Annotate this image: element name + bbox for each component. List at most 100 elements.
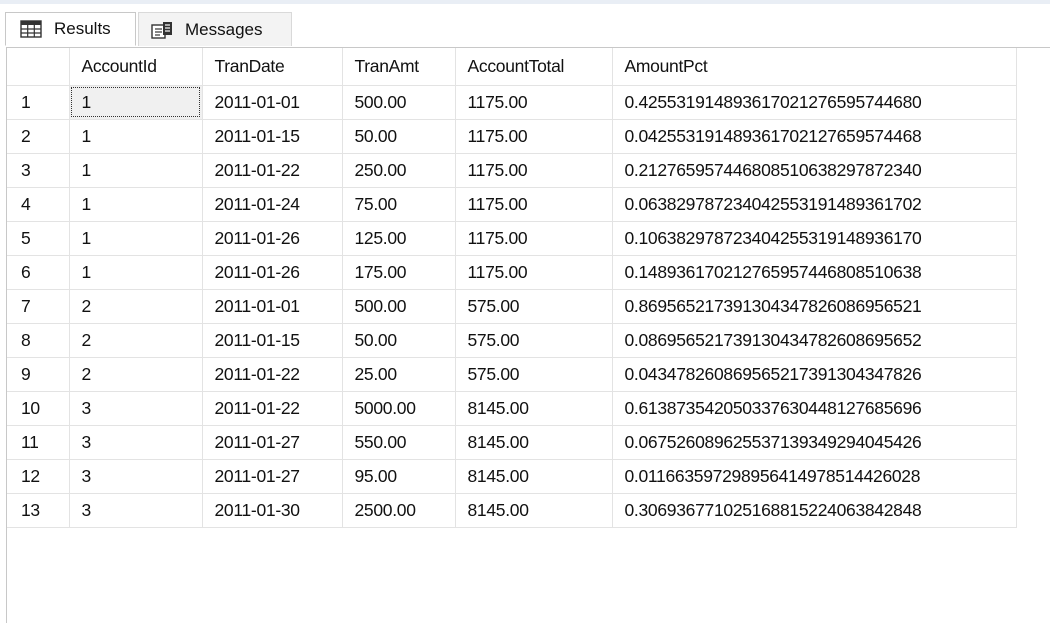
cell-accountid[interactable]: 2 bbox=[69, 289, 203, 324]
row-number[interactable]: 13 bbox=[7, 493, 70, 528]
cell-amountpct[interactable]: 0.063829787234042553191489361702 bbox=[612, 187, 1017, 222]
row-number[interactable]: 8 bbox=[7, 323, 70, 358]
cell-accountid[interactable]: 3 bbox=[69, 425, 203, 460]
table-row[interactable]: 2 1 2011-01-15 50.00 1175.00 0.04255319148936… bbox=[7, 119, 1017, 154]
tab-messages[interactable]: Messages bbox=[138, 12, 292, 46]
table-row[interactable]: 10 3 2011-01-22 5000.00 8145.00 0.61387354205… bbox=[7, 391, 1017, 426]
cell-accounttotal[interactable]: 575.00 bbox=[455, 357, 613, 392]
table-row[interactable]: 8 2 2011-01-15 50.00 575.00 0.086956521739130… bbox=[7, 323, 1017, 358]
cell-accounttotal[interactable]: 8145.00 bbox=[455, 459, 613, 494]
cell-tranamt[interactable]: 175.00 bbox=[342, 255, 456, 290]
cell-trandate[interactable]: 2011-01-15 bbox=[202, 119, 343, 154]
column-header-rownum[interactable] bbox=[7, 48, 70, 86]
table-row[interactable]: 1 1 2011-01-01 500.00 1175.00 0.4255319148936… bbox=[7, 85, 1017, 120]
cell-accounttotal[interactable]: 1175.00 bbox=[455, 221, 613, 256]
cell-trandate[interactable]: 2011-01-15 bbox=[202, 323, 343, 358]
table-row[interactable]: 12 3 2011-01-27 95.00 8145.00 0.0116635972989… bbox=[7, 459, 1017, 494]
cell-accounttotal[interactable]: 1175.00 bbox=[455, 187, 613, 222]
row-number[interactable]: 1 bbox=[7, 85, 70, 120]
cell-accountid[interactable]: 1 bbox=[69, 85, 203, 120]
cell-tranamt[interactable]: 500.00 bbox=[342, 289, 456, 324]
cell-accounttotal[interactable]: 8145.00 bbox=[455, 425, 613, 460]
cell-accounttotal[interactable]: 8145.00 bbox=[455, 391, 613, 426]
cell-accounttotal[interactable]: 1175.00 bbox=[455, 153, 613, 188]
cell-accounttotal[interactable]: 8145.00 bbox=[455, 493, 613, 528]
cell-amountpct[interactable]: 0.613873542050337630448127685696 bbox=[612, 391, 1017, 426]
cell-trandate[interactable]: 2011-01-26 bbox=[202, 255, 343, 290]
column-header-accountid[interactable]: AccountId bbox=[69, 48, 203, 86]
cell-amountpct[interactable]: 0.212765957446808510638297872340 bbox=[612, 153, 1017, 188]
cell-trandate[interactable]: 2011-01-26 bbox=[202, 221, 343, 256]
column-header-tranamt[interactable]: TranAmt bbox=[342, 48, 456, 86]
cell-accountid[interactable]: 1 bbox=[69, 255, 203, 290]
cell-accountid[interactable]: 3 bbox=[69, 459, 203, 494]
cell-tranamt[interactable]: 2500.00 bbox=[342, 493, 456, 528]
cell-accountid[interactable]: 2 bbox=[69, 323, 203, 358]
cell-tranamt[interactable]: 125.00 bbox=[342, 221, 456, 256]
tab-results[interactable]: Results bbox=[5, 12, 136, 46]
cell-tranamt[interactable]: 95.00 bbox=[342, 459, 456, 494]
column-header-amountpct[interactable]: AmountPct bbox=[612, 48, 1017, 86]
cell-amountpct[interactable]: 0.106382978723404255319148936170 bbox=[612, 221, 1017, 256]
table-row[interactable]: 9 2 2011-01-22 25.00 575.00 0.043478260869565… bbox=[7, 357, 1017, 392]
row-number[interactable]: 3 bbox=[7, 153, 70, 188]
cell-tranamt[interactable]: 550.00 bbox=[342, 425, 456, 460]
cell-trandate[interactable]: 2011-01-22 bbox=[202, 391, 343, 426]
table-row[interactable]: 11 3 2011-01-27 550.00 8145.00 0.067526089625… bbox=[7, 425, 1017, 460]
cell-amountpct[interactable]: 0.043478260869565217391304347826 bbox=[612, 357, 1017, 392]
cell-accountid[interactable]: 3 bbox=[69, 391, 203, 426]
cell-tranamt[interactable]: 25.00 bbox=[342, 357, 456, 392]
table-row[interactable]: 3 1 2011-01-22 250.00 1175.00 0.2127659574468… bbox=[7, 153, 1017, 188]
cell-tranamt[interactable]: 500.00 bbox=[342, 85, 456, 120]
row-number[interactable]: 10 bbox=[7, 391, 70, 426]
cell-trandate[interactable]: 2011-01-27 bbox=[202, 459, 343, 494]
row-number[interactable]: 11 bbox=[7, 425, 70, 460]
cell-amountpct[interactable]: 0.067526089625537139349294045426 bbox=[612, 425, 1017, 460]
cell-amountpct[interactable]: 0.086956521739130434782608695652 bbox=[612, 323, 1017, 358]
column-header-accounttotal[interactable]: AccountTotal bbox=[455, 48, 613, 86]
cell-accounttotal[interactable]: 1175.00 bbox=[455, 119, 613, 154]
cell-amountpct[interactable]: 0.306936771025168815224063842848 bbox=[612, 493, 1017, 528]
cell-accounttotal[interactable]: 575.00 bbox=[455, 323, 613, 358]
cell-accountid[interactable]: 2 bbox=[69, 357, 203, 392]
cell-accounttotal[interactable]: 575.00 bbox=[455, 289, 613, 324]
table-row[interactable]: 6 1 2011-01-26 175.00 1175.00 0.1489361702127… bbox=[7, 255, 1017, 290]
row-number[interactable]: 5 bbox=[7, 221, 70, 256]
cell-tranamt[interactable]: 50.00 bbox=[342, 323, 456, 358]
cell-accountid[interactable]: 1 bbox=[69, 221, 203, 256]
results-grid[interactable]: AccountId TranDate TranAmt AccountTotal … bbox=[6, 47, 1050, 623]
cell-trandate[interactable]: 2011-01-24 bbox=[202, 187, 343, 222]
cell-amountpct[interactable]: 0.148936170212765957446808510638 bbox=[612, 255, 1017, 290]
cell-amountpct[interactable]: 0.011663597298956414978514426028 bbox=[612, 459, 1017, 494]
column-header-trandate[interactable]: TranDate bbox=[202, 48, 343, 86]
table-row[interactable]: 4 1 2011-01-24 75.00 1175.00 0.06382978723404… bbox=[7, 187, 1017, 222]
row-number[interactable]: 2 bbox=[7, 119, 70, 154]
cell-amountpct[interactable]: 0.425531914893617021276595744680 bbox=[612, 85, 1017, 120]
table-row[interactable]: 7 2 2011-01-01 500.00 575.00 0.86956521739130… bbox=[7, 289, 1017, 324]
table-row[interactable]: 13 3 2011-01-30 2500.00 8145.00 0.30693677102… bbox=[7, 493, 1017, 528]
cell-amountpct[interactable]: 0.042553191489361702127659574468 bbox=[612, 119, 1017, 154]
cell-tranamt[interactable]: 250.00 bbox=[342, 153, 456, 188]
cell-tranamt[interactable]: 75.00 bbox=[342, 187, 456, 222]
row-number[interactable]: 9 bbox=[7, 357, 70, 392]
row-number[interactable]: 12 bbox=[7, 459, 70, 494]
cell-accountid[interactable]: 1 bbox=[69, 119, 203, 154]
cell-trandate[interactable]: 2011-01-22 bbox=[202, 357, 343, 392]
cell-trandate[interactable]: 2011-01-01 bbox=[202, 289, 343, 324]
cell-accountid[interactable]: 1 bbox=[69, 153, 203, 188]
cell-trandate[interactable]: 2011-01-27 bbox=[202, 425, 343, 460]
cell-accounttotal[interactable]: 1175.00 bbox=[455, 255, 613, 290]
row-number[interactable]: 4 bbox=[7, 187, 70, 222]
cell-trandate[interactable]: 2011-01-01 bbox=[202, 85, 343, 120]
row-number[interactable]: 6 bbox=[7, 255, 70, 290]
cell-accounttotal[interactable]: 1175.00 bbox=[455, 85, 613, 120]
cell-tranamt[interactable]: 5000.00 bbox=[342, 391, 456, 426]
cell-trandate[interactable]: 2011-01-22 bbox=[202, 153, 343, 188]
cell-tranamt[interactable]: 50.00 bbox=[342, 119, 456, 154]
cell-trandate[interactable]: 2011-01-30 bbox=[202, 493, 343, 528]
table-row[interactable]: 5 1 2011-01-26 125.00 1175.00 0.1063829787234… bbox=[7, 221, 1017, 256]
cell-amountpct[interactable]: 0.869565217391304347826086956521 bbox=[612, 289, 1017, 324]
row-number[interactable]: 7 bbox=[7, 289, 70, 324]
cell-accountid[interactable]: 1 bbox=[69, 187, 203, 222]
cell-accountid[interactable]: 3 bbox=[69, 493, 203, 528]
